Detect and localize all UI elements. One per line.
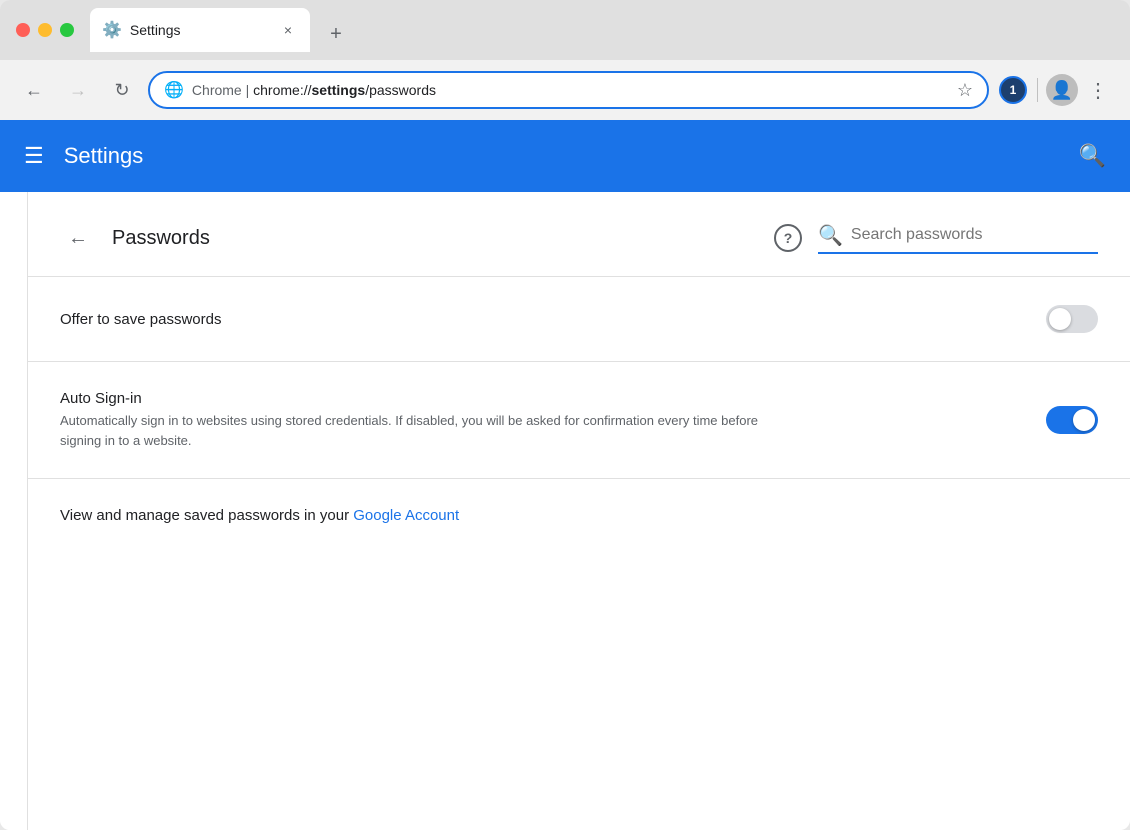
auto-signin-row: Auto Sign-in Automatically sign in to we… <box>28 362 1130 479</box>
address-separator: | <box>246 82 254 98</box>
offer-to-save-toggle-thumb <box>1049 308 1071 330</box>
offer-to-save-toggle[interactable] <box>1046 305 1098 333</box>
settings-header: ☰ Settings 🔍 <box>0 120 1130 192</box>
settings-page-title: Settings <box>64 143 1079 169</box>
new-tab-button[interactable]: + <box>318 16 354 52</box>
address-url: chrome://settings/passwords <box>253 82 436 98</box>
offer-to-save-row: Offer to save passwords <box>28 277 1130 362</box>
settings-tab-icon: ⚙️ <box>102 20 122 40</box>
auto-signin-toggle-thumb <box>1073 409 1095 431</box>
extensions-area: 1 👤 ⋮ <box>997 74 1114 106</box>
search-passwords-icon: 🔍 <box>818 223 843 248</box>
tab-bar: ⚙️ Settings × + <box>90 8 1114 52</box>
passwords-page-title: Passwords <box>112 227 758 250</box>
google-account-row: View and manage saved passwords in your … <box>28 479 1130 552</box>
main-content: ← Passwords ? 🔍 Offer to save passwords <box>28 192 1130 830</box>
maximize-button[interactable] <box>60 23 74 37</box>
auto-signin-label: Auto Sign-in <box>60 390 1046 407</box>
offer-to-save-text: Offer to save passwords <box>60 311 1046 328</box>
chrome-logo-icon: 🌐 <box>164 80 184 100</box>
back-button[interactable]: ← <box>16 72 52 108</box>
search-passwords-input[interactable] <box>851 226 1091 244</box>
1password-icon: 1 <box>999 76 1027 104</box>
browser-window: ⚙️ Settings × + ← → ↻ 🌐 Chrome | chrome:… <box>0 0 1130 830</box>
title-bar: ⚙️ Settings × + <box>0 0 1130 60</box>
profile-button[interactable]: 👤 <box>1046 74 1078 106</box>
forward-button[interactable]: → <box>60 72 96 108</box>
settings-search-icon[interactable]: 🔍 <box>1079 143 1106 169</box>
google-account-prefix: View and manage saved passwords in your <box>60 507 353 524</box>
help-icon[interactable]: ? <box>774 224 802 252</box>
passwords-back-button[interactable]: ← <box>60 220 96 256</box>
chrome-menu-button[interactable]: ⋮ <box>1082 74 1114 106</box>
auto-signin-toggle-track[interactable] <box>1046 406 1098 434</box>
sidebar <box>0 192 28 830</box>
auto-signin-description: Automatically sign in to websites using … <box>60 411 760 450</box>
bookmark-star-icon[interactable]: ☆ <box>957 80 973 101</box>
nav-bar: ← → ↻ 🌐 Chrome | chrome://settings/passw… <box>0 60 1130 120</box>
traffic-lights <box>16 23 74 37</box>
auto-signin-toggle[interactable] <box>1046 406 1098 434</box>
content-area: ← Passwords ? 🔍 Offer to save passwords <box>0 192 1130 830</box>
settings-hamburger-icon[interactable]: ☰ <box>24 143 44 169</box>
active-tab[interactable]: ⚙️ Settings × <box>90 8 310 52</box>
tab-title: Settings <box>130 22 270 38</box>
reload-button[interactable]: ↻ <box>104 72 140 108</box>
address-text: Chrome | chrome://settings/passwords <box>192 82 949 98</box>
search-passwords-container: 🔍 <box>818 223 1098 254</box>
close-button[interactable] <box>16 23 30 37</box>
offer-to-save-label: Offer to save passwords <box>60 311 1046 328</box>
auto-signin-text: Auto Sign-in Automatically sign in to we… <box>60 390 1046 450</box>
address-bar[interactable]: 🌐 Chrome | chrome://settings/passwords ☆ <box>148 71 989 109</box>
profile-avatar-icon: 👤 <box>1051 80 1073 101</box>
address-domain: Chrome <box>192 82 242 98</box>
passwords-header: ← Passwords ? 🔍 <box>28 192 1130 277</box>
minimize-button[interactable] <box>38 23 52 37</box>
tab-close-button[interactable]: × <box>278 20 298 40</box>
1password-extension-button[interactable]: 1 <box>997 74 1029 106</box>
offer-to-save-toggle-track[interactable] <box>1046 305 1098 333</box>
google-account-link[interactable]: Google Account <box>353 507 459 524</box>
nav-divider <box>1037 78 1038 102</box>
